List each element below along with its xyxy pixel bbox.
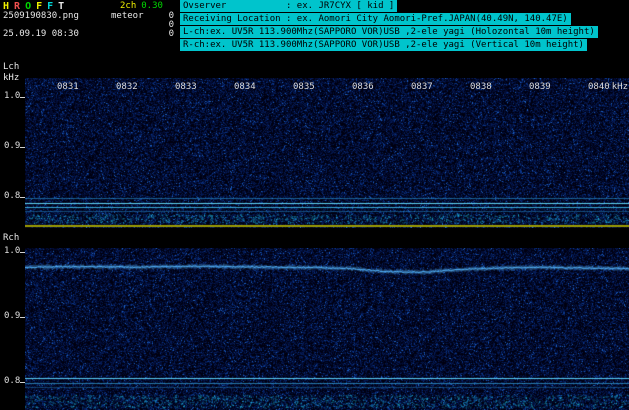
time-tick-label: 0832 [116,83,138,92]
station-info: Ovserver : ex. JR7CYX [ kid ] Receiving … [180,0,629,52]
hrofft-output: HROFFT 2ch 0.30 2509190830.png meteor 0 0… [0,0,629,410]
meteor-count: 0 [160,30,174,39]
time-tick-label: 0839 [529,83,551,92]
version-channels: 2ch [120,1,136,11]
khz-axis-label: kHz [3,74,19,83]
y-tick-mark [20,147,25,148]
time-tick-label: 0833 [175,83,197,92]
output-filename: 2509190830.png [3,12,79,21]
time-tick-label: 0831 [57,83,79,92]
rch-spectrogram [25,248,629,410]
lch-spectrogram [25,78,629,228]
info-line-rch: R-ch:ex. UV5R 113.900Mhz(SAPPORO VOR)USB… [180,39,587,51]
info-line-location: Receiving Location : ex. Aomori City Aom… [180,13,571,25]
freq-unit-right-label: kHz [612,83,628,92]
time-tick-label: 0834 [234,83,256,92]
version-number: 0.30 [141,1,163,11]
time-tick-label: 0836 [352,83,374,92]
y-tick-label: 0.9 [4,312,20,321]
time-tick-label: 0838 [470,83,492,92]
y-tick-mark [20,252,25,253]
info-line-observer: Ovserver : ex. JR7CYX [ kid ] [180,0,397,12]
time-axis: 0831 0832 0833 0834 0835 0836 0837 0838 0839 0840… [25,83,629,93]
lch-label: Lch [3,63,19,72]
info-line-lch: L-ch:ex. UV5R 113.900Mhz(SAPPORO VOR)USB… [180,26,598,38]
datetime: 25.09.19 08:30 [3,30,79,39]
y-tick-mark [20,382,25,383]
time-tick-label: 0840 [588,83,610,92]
time-tick-label: 0837 [411,83,433,92]
rch-label: Rch [3,234,19,243]
y-tick-label: 0.8 [4,192,20,201]
hrofft-logo: HROFFT [3,2,69,11]
y-tick-mark [20,197,25,198]
y-tick-mark [20,317,25,318]
time-tick-label: 0835 [293,83,315,92]
y-tick-mark [20,97,25,98]
y-tick-label: 0.8 [4,377,20,386]
y-tick-label: 0.9 [4,142,20,151]
y-tick-label: 1.0 [4,247,20,256]
y-tick-label: 1.0 [4,92,20,101]
meteor-label: meteor [111,12,144,21]
version-label: 2ch 0.30 [120,2,168,11]
